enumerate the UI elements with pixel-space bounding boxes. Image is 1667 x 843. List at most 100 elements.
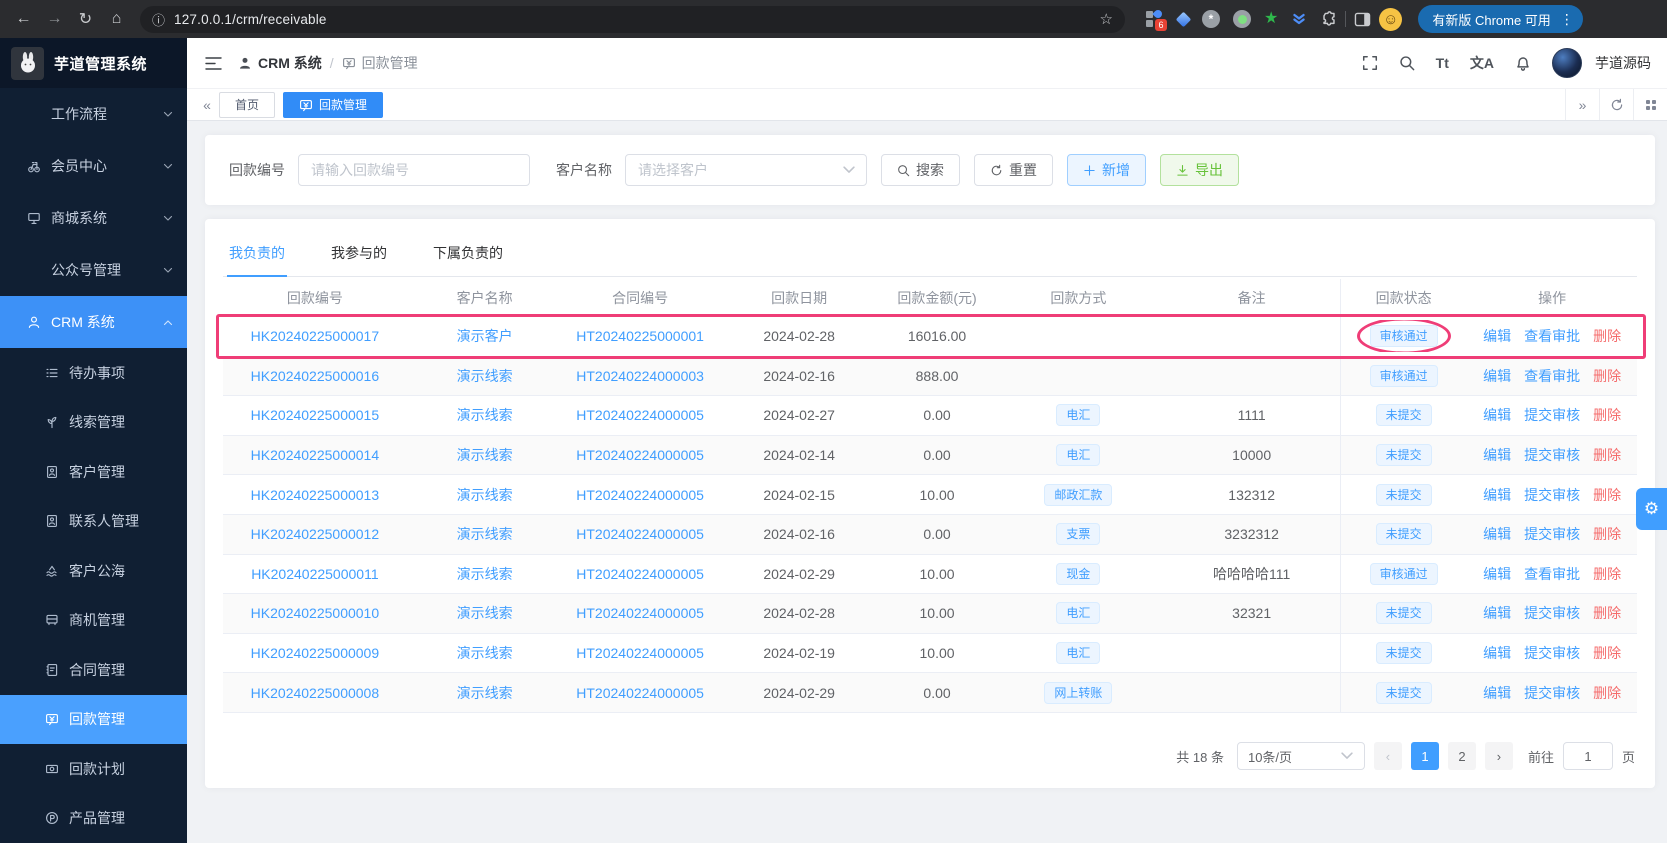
tabs-scroll-left-icon[interactable]: « [195, 97, 219, 113]
page-button-2[interactable]: 2 [1448, 742, 1476, 770]
delete-action[interactable]: 删除 [1593, 366, 1621, 386]
delete-action[interactable]: 删除 [1593, 643, 1621, 663]
delete-action[interactable]: 删除 [1593, 524, 1621, 544]
delete-action[interactable]: 删除 [1593, 326, 1621, 346]
delete-action[interactable]: 删除 [1593, 405, 1621, 425]
delete-action[interactable]: 删除 [1593, 683, 1621, 703]
user-avatar[interactable] [1552, 48, 1582, 78]
contract-link[interactable]: HT20240224000005 [576, 566, 704, 582]
contract-link[interactable]: HT20240224000005 [576, 526, 704, 542]
sidebar-item-crm[interactable]: CRM 系统 [0, 296, 187, 348]
sidebar-item-mall[interactable]: 商城系统 [0, 192, 187, 244]
app-logo[interactable]: 芋道管理系统 [0, 38, 187, 88]
bookmark-star-icon[interactable]: ☆ [1100, 10, 1113, 28]
edit-action[interactable]: 编辑 [1483, 603, 1511, 623]
customer-link[interactable]: 演示线索 [457, 645, 513, 661]
scope-tab[interactable]: 我负责的 [227, 239, 287, 276]
review-action[interactable]: 提交审核 [1524, 683, 1580, 703]
sidebar-subitem-contract[interactable]: 合同管理 [0, 645, 187, 695]
sidebar-subitem-business[interactable]: 商机管理 [0, 596, 187, 646]
edit-action[interactable]: 编辑 [1483, 564, 1511, 584]
chrome-update-button[interactable]: 有新版 Chrome 可用 ⋮ [1418, 5, 1582, 33]
sidebar-subitem-product[interactable]: 产品管理 [0, 794, 187, 843]
delete-action[interactable]: 删除 [1593, 564, 1621, 584]
browser-refresh-icon[interactable]: ↻ [72, 6, 99, 33]
edit-action[interactable]: 编辑 [1483, 524, 1511, 544]
receivable-no-link[interactable]: HK20240225000014 [251, 447, 379, 463]
page-size-select[interactable]: 10条/页 [1237, 742, 1365, 770]
sidebar-item-member[interactable]: 会员中心 [0, 140, 187, 192]
review-action[interactable]: 查看审批 [1524, 564, 1580, 584]
fullscreen-icon[interactable] [1362, 55, 1378, 71]
sidebar-collapse-icon[interactable] [205, 56, 222, 71]
edit-action[interactable]: 编辑 [1483, 405, 1511, 425]
extension-blocks-icon[interactable]: 6 [1145, 9, 1165, 29]
contract-link[interactable]: HT20240224000005 [576, 407, 704, 423]
customer-select[interactable]: 请选择客户 [625, 154, 867, 186]
settings-fab-button[interactable]: ⚙ [1636, 488, 1667, 530]
extension-green-dot-icon[interactable] [1233, 10, 1251, 28]
receivable-no-link[interactable]: HK20240225000008 [251, 685, 379, 701]
scope-tab[interactable]: 下属负责的 [431, 239, 505, 276]
receivable-no-link[interactable]: HK20240225000013 [251, 487, 379, 503]
notification-bell-icon[interactable] [1515, 55, 1531, 71]
customer-link[interactable]: 演示线索 [457, 368, 513, 384]
breadcrumb-current[interactable]: 回款管理 [342, 53, 418, 73]
browser-home-icon[interactable]: ⌂ [103, 6, 130, 33]
delete-action[interactable]: 删除 [1593, 445, 1621, 465]
receivable-no-link[interactable]: HK20240225000009 [251, 645, 379, 661]
url-bar[interactable]: ⓘ 127.0.0.1/crm/receivable ☆ [140, 6, 1125, 33]
search-button[interactable]: 搜索 [881, 154, 960, 186]
review-action[interactable]: 查看审批 [1524, 366, 1580, 386]
review-action[interactable]: 提交审核 [1524, 445, 1580, 465]
receivable-no-link[interactable]: HK20240225000010 [251, 605, 379, 621]
contract-link[interactable]: HT20240224000005 [576, 685, 704, 701]
sidebar-subitem-todo[interactable]: 待办事项 [0, 348, 187, 398]
extension-chevrons-icon[interactable] [1291, 11, 1307, 27]
contract-link[interactable]: HT20240224000003 [576, 368, 704, 384]
review-action[interactable]: 查看审批 [1524, 326, 1580, 346]
receivable-no-link[interactable]: HK20240225000011 [251, 566, 378, 582]
customer-link[interactable]: 演示线索 [457, 605, 513, 621]
sidebar-subitem-clue[interactable]: 线索管理 [0, 398, 187, 448]
contract-link[interactable]: HT20240224000005 [576, 605, 704, 621]
chrome-menu-icon[interactable]: ⋮ [1560, 11, 1574, 28]
review-action[interactable]: 提交审核 [1524, 603, 1580, 623]
sidebar-subitem-plan[interactable]: 回款计划 [0, 744, 187, 794]
edit-action[interactable]: 编辑 [1483, 683, 1511, 703]
profile-avatar-icon[interactable]: ☺ [1379, 8, 1402, 31]
extension-gem-icon[interactable] [1176, 11, 1192, 27]
customer-link[interactable]: 演示线索 [457, 685, 513, 701]
contract-link[interactable]: HT20240224000005 [576, 447, 704, 463]
sidebar-subitem-contact[interactable]: 联系人管理 [0, 497, 187, 547]
customer-link[interactable]: 演示线索 [457, 526, 513, 542]
site-info-icon[interactable]: ⓘ [152, 10, 165, 29]
font-size-icon[interactable]: Tt [1436, 55, 1449, 71]
receivable-no-link[interactable]: HK20240225000015 [251, 407, 379, 423]
customer-link[interactable]: 演示客户 [457, 328, 513, 344]
extension-star-icon[interactable]: ★ [1264, 11, 1278, 27]
sidebar-item-group[interactable]: 工作流程 [0, 88, 187, 140]
contract-link[interactable]: HT20240225000001 [576, 328, 704, 344]
contract-link[interactable]: HT20240224000005 [576, 487, 704, 503]
next-page-button[interactable]: › [1485, 742, 1513, 770]
browser-forward-icon[interactable]: → [41, 6, 68, 33]
customer-link[interactable]: 演示线索 [457, 487, 513, 503]
sidebar-subitem-customer[interactable]: 客户管理 [0, 447, 187, 497]
sidebar-subitem-receivable[interactable]: 回款管理 [0, 695, 187, 745]
tabs-scroll-right-icon[interactable]: » [1565, 89, 1599, 120]
search-icon[interactable] [1399, 55, 1415, 71]
review-action[interactable]: 提交审核 [1524, 524, 1580, 544]
receivable-no-link[interactable]: HK20240225000016 [251, 368, 379, 384]
breadcrumb-root[interactable]: CRM 系统 [238, 53, 322, 73]
page-tab-active[interactable]: 回款管理 [283, 92, 383, 118]
scope-tab[interactable]: 我参与的 [329, 239, 389, 276]
customer-link[interactable]: 演示线索 [457, 447, 513, 463]
receivable-no-input[interactable] [298, 154, 530, 186]
receivable-no-link[interactable]: HK20240225000017 [251, 328, 379, 344]
prev-page-button[interactable]: ‹ [1374, 742, 1402, 770]
edit-action[interactable]: 编辑 [1483, 445, 1511, 465]
export-button[interactable]: 导出 [1160, 154, 1239, 186]
review-action[interactable]: 提交审核 [1524, 643, 1580, 663]
tab-refresh-icon[interactable] [1599, 89, 1633, 120]
